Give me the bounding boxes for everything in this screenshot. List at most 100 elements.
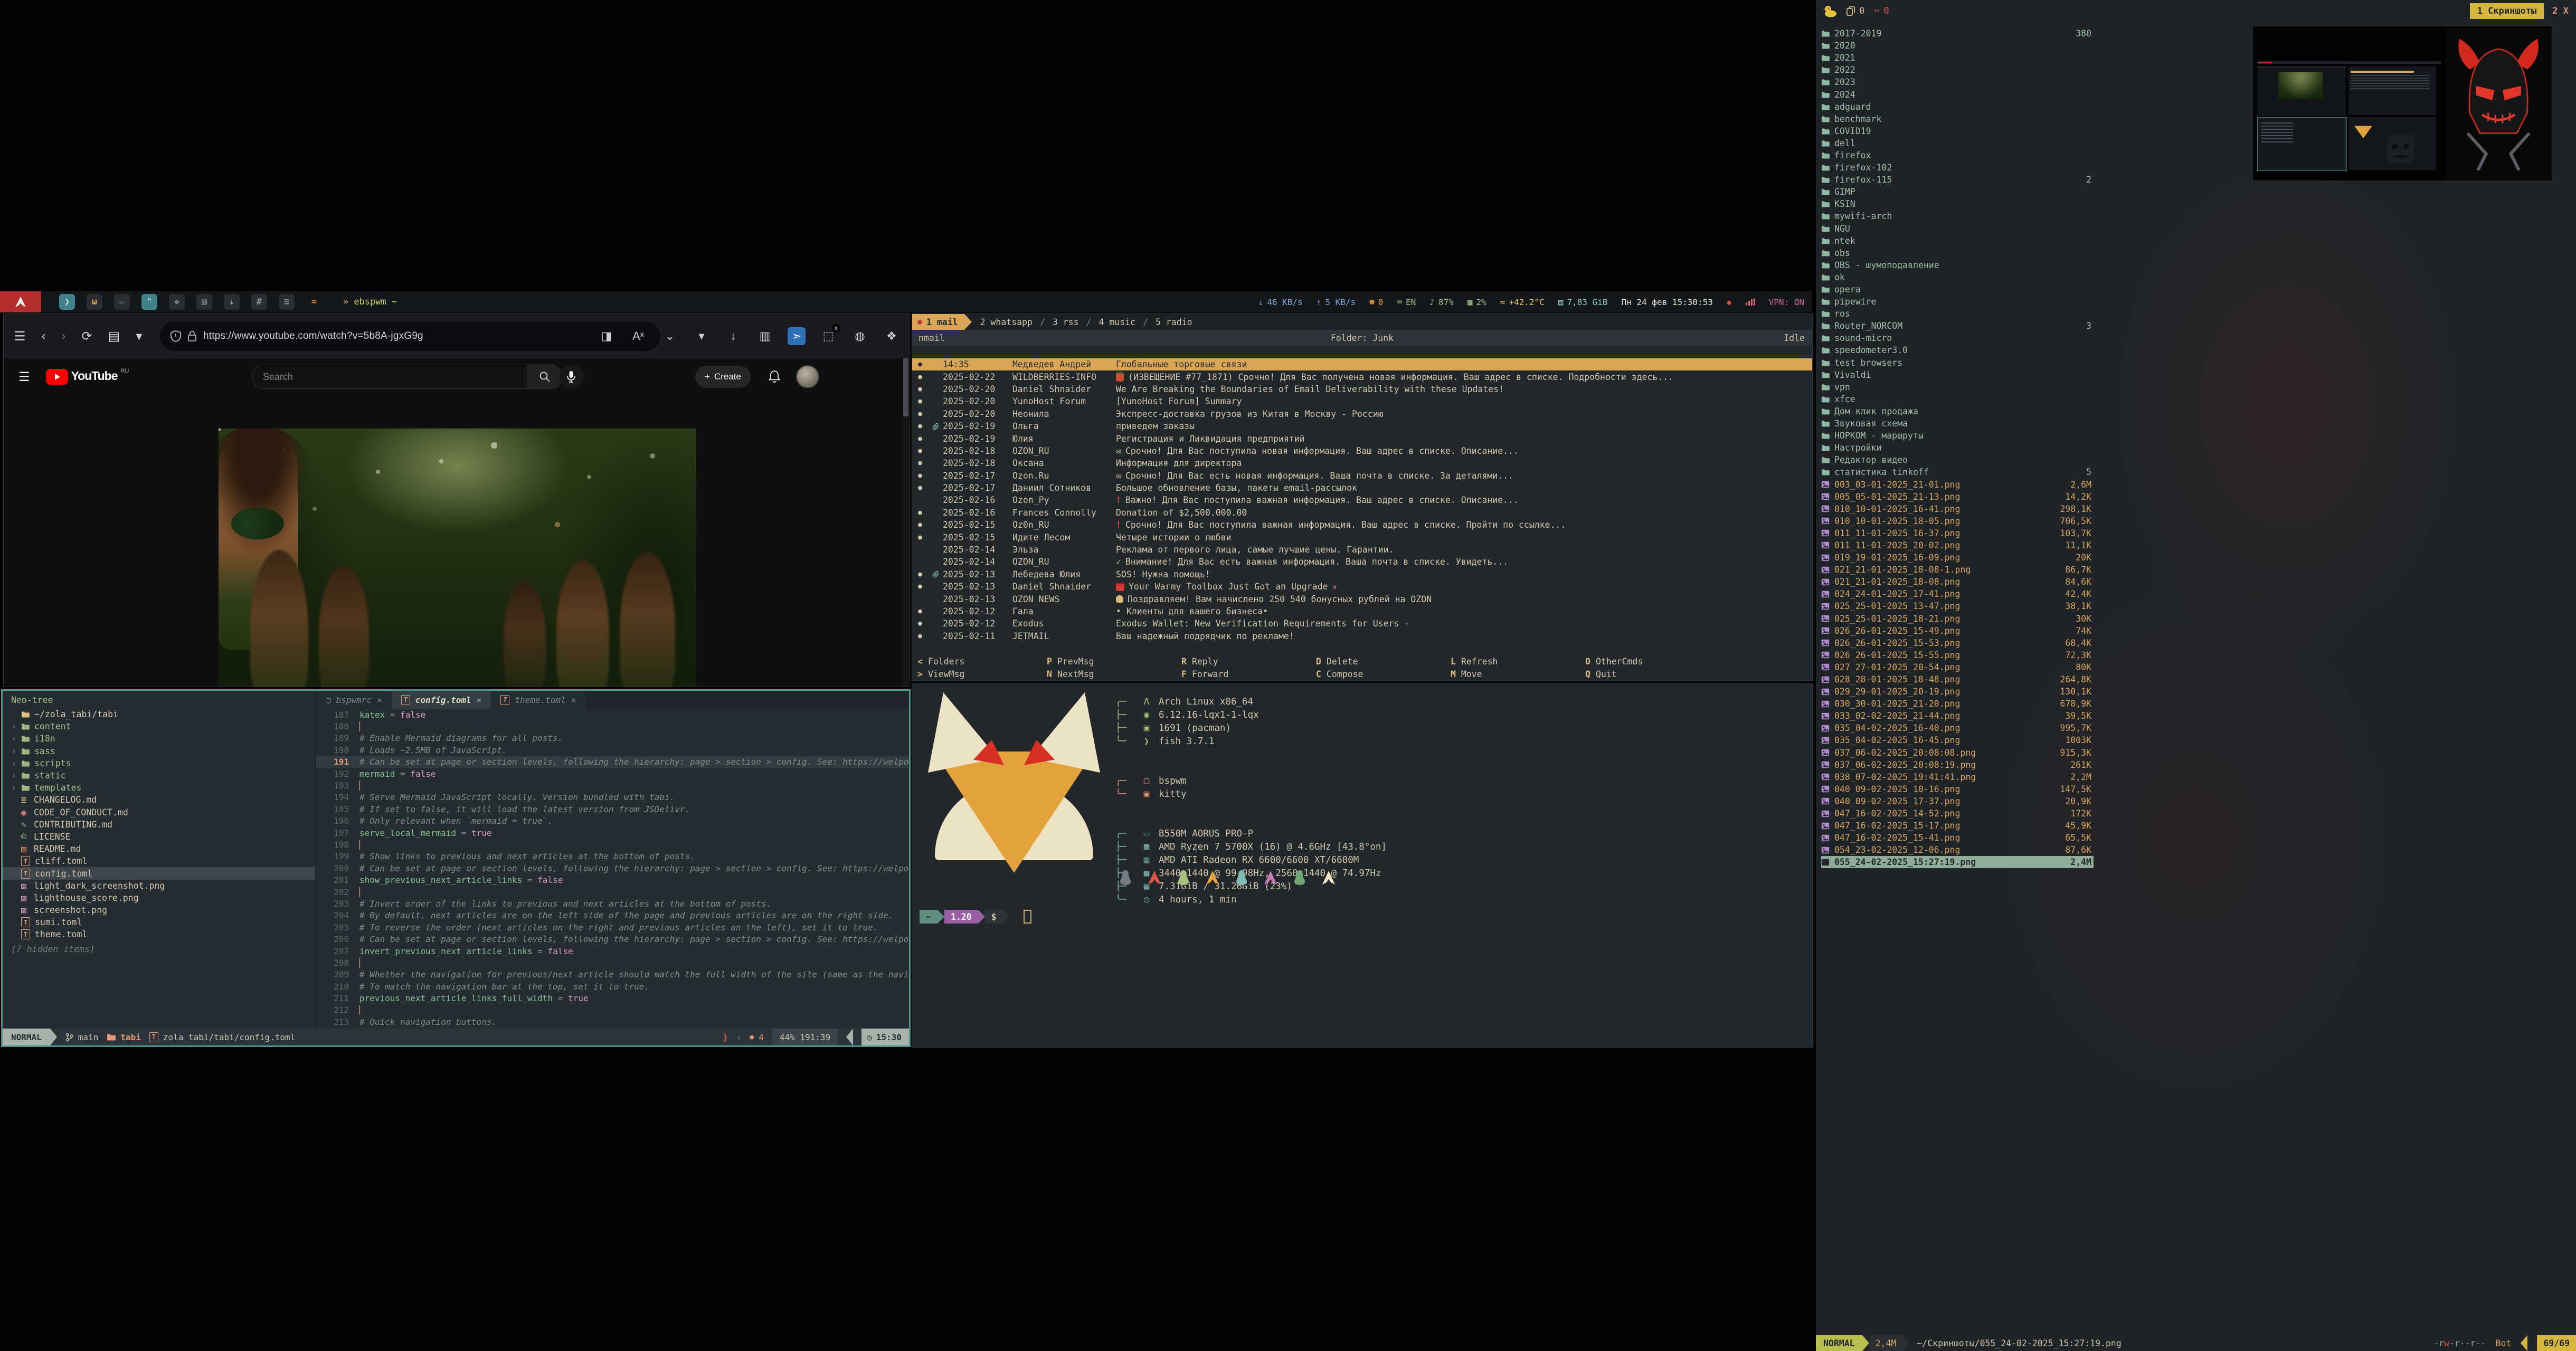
- mail-row[interactable]: ●2025-02-17Даниил СотниковБольшое обновл…: [912, 482, 1812, 494]
- dir-row[interactable]: 2017-2019380: [1821, 27, 2094, 40]
- file-row[interactable]: 026_26-01-2025_15-53.png68,4K: [1821, 637, 2094, 649]
- tab-config-toml[interactable]: Tconfig.toml×: [392, 691, 491, 709]
- file-row[interactable]: 040_09-02-2025_10-16.png147,5K: [1821, 783, 2094, 795]
- youtube-logo[interactable]: YouTube RU: [46, 369, 129, 385]
- notifications-bell-icon[interactable]: [768, 370, 781, 384]
- file-row[interactable]: 054_23-02-2025_12-06.png87,6K: [1821, 844, 2094, 856]
- dir-row[interactable]: opera: [1821, 283, 2094, 296]
- file-row[interactable]: 011_11-01-2025_20-02.png11,1K: [1821, 539, 2094, 551]
- dir-row[interactable]: 2024: [1821, 88, 2094, 100]
- dir-row[interactable]: COVID19: [1821, 125, 2094, 137]
- tree-item-cliff-toml[interactable]: Tcliff.toml: [3, 855, 315, 867]
- tmux-tab-music[interactable]: 4 music: [1099, 317, 1136, 327]
- tab-screenshots[interactable]: 1 Скриншоты: [2470, 3, 2544, 19]
- menu-refresh[interactable]: LRefresh: [1451, 655, 1585, 668]
- file-row[interactable]: 035_04-02-2025_16-40.png995,7K: [1821, 722, 2094, 734]
- tree-item-license[interactable]: ©LICENSE: [3, 831, 315, 843]
- tree-item-i18n[interactable]: ›i18n: [3, 732, 315, 745]
- tab-2[interactable]: 2 X: [2552, 6, 2569, 16]
- dir-row[interactable]: pipewire: [1821, 296, 2094, 308]
- mail-row[interactable]: ●2025-02-16Frances ConnollyDonation of $…: [912, 507, 1812, 519]
- tree-item-sass[interactable]: ›sass: [3, 745, 315, 757]
- mail-row[interactable]: ●2025-02-17Ozon.Ru✉Срочно! Для Вас есть …: [912, 470, 1812, 482]
- tab-theme-toml[interactable]: Ttheme.toml×: [491, 691, 585, 709]
- file-row[interactable]: 055_24-02-2025_15:27:19.png2,4M: [1821, 856, 2094, 868]
- dir-row[interactable]: xfce: [1821, 393, 2094, 405]
- tree-item-templates[interactable]: ›templates: [3, 782, 315, 794]
- folder-icon[interactable]: ▱: [114, 294, 130, 310]
- code-line[interactable]: 198▏: [316, 839, 909, 850]
- tree-item-config-toml[interactable]: Tconfig.toml: [3, 867, 315, 879]
- reader-icon[interactable]: ▤: [108, 329, 120, 344]
- file-row[interactable]: 026_26-01-2025_15-55.png72,3K: [1821, 649, 2094, 661]
- mail-row[interactable]: 2025-02-14ЭльзаРеклама от первого лица, …: [912, 544, 1812, 556]
- mail-row[interactable]: ●2025-02-18ОксанаИнформация для директор…: [912, 457, 1812, 469]
- mail-row[interactable]: 2025-02-16Ozon_Py!Важно! Для Вас поступи…: [912, 494, 1812, 506]
- dir-row[interactable]: sound-micro: [1821, 332, 2094, 344]
- file-row[interactable]: 033_02-02-2025_21-44.png39,5K: [1821, 710, 2094, 722]
- tree-item-screenshot-png[interactable]: ▨screenshot.png: [3, 904, 315, 916]
- caret-down-icon[interactable]: ▾: [136, 329, 142, 344]
- scrollbar[interactable]: [903, 358, 908, 687]
- file-row[interactable]: 010_10-01-2025_18-05.png706,5K: [1821, 515, 2094, 527]
- menu-folders[interactable]: <Folders: [917, 655, 1047, 668]
- code-line[interactable]: 189# Enable Mermaid diagrams for all pos…: [316, 732, 909, 744]
- search-button[interactable]: [527, 365, 563, 389]
- tmux-tab-mail[interactable]: 1 mail: [912, 314, 964, 330]
- arch-logo-icon[interactable]: [0, 291, 41, 312]
- code-line[interactable]: 203# Invert order of the links to previo…: [316, 898, 909, 909]
- mail-row[interactable]: 2025-02-14OZON_RU✓Внимание! Для Вас есть…: [912, 556, 1812, 568]
- library-icon[interactable]: ▥: [756, 327, 774, 345]
- close-icon[interactable]: ×: [377, 695, 382, 705]
- mail-row[interactable]: ●2025-02-22WILDBERRIES-INFO(ИЗВЕЩЕНИЕ #7…: [912, 370, 1812, 383]
- file-row[interactable]: 025_25-01-2025_18-21.png30K: [1821, 613, 2094, 625]
- tree-item-sumi-toml[interactable]: Tsumi.toml: [3, 916, 315, 928]
- tree-item-static[interactable]: ›static: [3, 769, 315, 782]
- file-row[interactable]: 005_05-01-2025_21-13.png14,2K: [1821, 491, 2094, 503]
- dir-row[interactable]: ros: [1821, 308, 2094, 320]
- dir-row[interactable]: Router_NORCOM3: [1821, 320, 2094, 332]
- menu-move[interactable]: MMove: [1451, 668, 1585, 680]
- file-row[interactable]: 027_27-01-2025_20-54.png80K: [1821, 661, 2094, 673]
- dir-row[interactable]: 2023: [1821, 76, 2094, 88]
- file-row[interactable]: 038_07-02-2025_19:41:41.png2,2M: [1821, 771, 2094, 783]
- code-line[interactable]: 194# Serve Mermaid JavaScript locally. V…: [316, 792, 909, 803]
- file-row[interactable]: 047_16-02-2025_15-41.png65,5K: [1821, 832, 2094, 844]
- dir-row[interactable]: dell: [1821, 137, 2094, 149]
- file-row[interactable]: 003_03-01-2025_21-01.png2,6M: [1821, 478, 2094, 490]
- mic-button[interactable]: [559, 365, 583, 389]
- url-text[interactable]: https://www.youtube.com/watch?v=5b8A-jgx…: [203, 330, 423, 342]
- code-line[interactable]: 199# Show links to previous and next art…: [316, 851, 909, 862]
- tree-item-code-of-conduct-md[interactable]: ◉CODE_OF_CONDUCT.md: [3, 806, 315, 819]
- tree-item-readme-md[interactable]: ▤README.md: [3, 843, 315, 855]
- create-button[interactable]: + Create: [695, 366, 751, 388]
- kitty-cat-icon[interactable]: ω: [87, 294, 102, 310]
- file-row[interactable]: 029_29-01-2025_20-19.png130,1K: [1821, 686, 2094, 698]
- code-line[interactable]: 211previous_next_article_links_full_widt…: [316, 992, 909, 1004]
- shield-icon[interactable]: [171, 330, 181, 342]
- screenshot-icon[interactable]: ⬚x: [819, 327, 837, 345]
- file-row[interactable]: 040_09-02-2025_17-37.png20,9K: [1821, 795, 2094, 807]
- file-row[interactable]: 025_25-01-2025_13-47.png38,1K: [1821, 600, 2094, 612]
- code-line[interactable]: 206# Can be set at page or section level…: [316, 933, 909, 945]
- menu-othercmds[interactable]: OOtherCmds: [1585, 655, 1807, 668]
- tree-item-light-dark-screenshot-png[interactable]: ▨light_dark_screenshot.png: [3, 880, 315, 892]
- file-row[interactable]: 047_16-02-2025_14-52.png172K: [1821, 807, 2094, 820]
- windows-icon[interactable]: ❖: [169, 294, 185, 310]
- menu-nextmsg[interactable]: NNextMsg: [1047, 668, 1181, 680]
- mail-row[interactable]: ●2025-02-15Oz0n_RU!Срочно! Для Вас посту…: [912, 519, 1812, 531]
- mail-row[interactable]: ●2025-02-13Лебедева ЮлияSOS! Нужна помощ…: [912, 568, 1812, 581]
- code-line[interactable]: 202▏: [316, 886, 909, 898]
- dir-row[interactable]: Vivaldi: [1821, 369, 2094, 381]
- dir-row[interactable]: adguard: [1821, 101, 2094, 113]
- code-line[interactable]: 187katex = false: [316, 709, 909, 720]
- dir-row[interactable]: NGU: [1821, 223, 2094, 235]
- dir-row[interactable]: Настройки: [1821, 442, 2094, 454]
- file-row[interactable]: 026_26-01-2025_15-49.png74K: [1821, 625, 2094, 637]
- tree-item-lighthouse-score-png[interactable]: ▨lighthouse_score.png: [3, 892, 315, 904]
- download-icon[interactable]: ↓: [724, 327, 742, 345]
- code-line[interactable]: 205# To reverse the order (next articles…: [316, 921, 909, 933]
- file-row[interactable]: 011_11-01-2025_16-37.png103,7K: [1821, 527, 2094, 539]
- search-input[interactable]: Search: [252, 365, 527, 389]
- terminal-icon[interactable]: ❯: [59, 294, 75, 310]
